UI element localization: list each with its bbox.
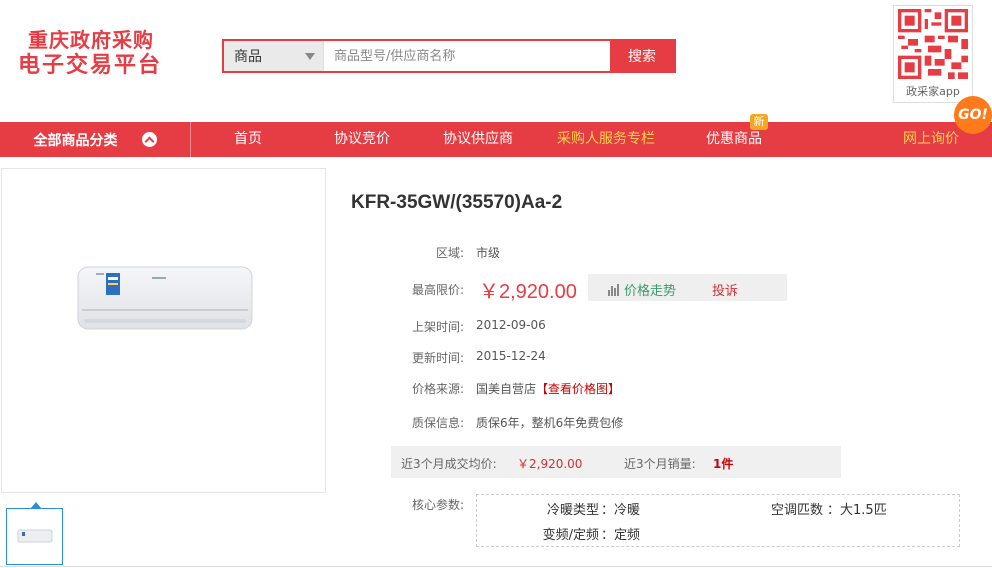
search-category-value: 商品 xyxy=(234,49,262,65)
nav-item-buyer-service[interactable]: 采购人服务专栏 xyxy=(557,122,655,157)
warranty-value: 质保6年，整机6年免费包修 xyxy=(476,416,624,430)
go-badge[interactable]: GO! xyxy=(954,96,992,134)
view-price-chart-link[interactable]: 【查看价格图】 xyxy=(536,382,620,396)
spec-value: ：冷暖 xyxy=(601,503,641,518)
sales-volume-value: 1件 xyxy=(713,457,734,471)
air-conditioner-image xyxy=(77,266,253,330)
price-trend-label: 价格走势 xyxy=(624,284,677,299)
air-conditioner-thumbnail xyxy=(17,529,53,543)
spec-key: 变频/定频 xyxy=(542,528,599,543)
qr-code-icon xyxy=(898,9,968,79)
nav-item-home[interactable]: 首页 xyxy=(234,122,262,157)
chevron-up-icon xyxy=(141,132,157,147)
price-trend-link[interactable]: 价格走势 xyxy=(608,280,676,299)
nav-item-agreement-suppliers[interactable]: 协议供应商 xyxy=(443,122,513,157)
search-button[interactable]: 搜索 xyxy=(610,41,674,71)
price-source-store: 国美自营店 xyxy=(476,382,537,396)
app-qr-code[interactable]: 政采家app xyxy=(893,5,973,103)
price-actions: 价格走势 投诉 xyxy=(588,274,787,301)
search-bar: 商品 搜索 xyxy=(222,39,676,73)
max-price-label: 最高限价: xyxy=(411,283,464,297)
all-categories-button[interactable]: 全部商品分类 xyxy=(0,122,191,157)
chevron-down-icon xyxy=(305,52,315,60)
updated-time-value: 2015-12-24 xyxy=(476,349,546,363)
nav-item-online-inquiry[interactable]: 网上询价 xyxy=(903,122,959,157)
logo-line1: 重庆政府采购 xyxy=(28,28,154,52)
warranty-label: 质保信息: xyxy=(411,416,464,430)
core-params-label: 核心参数: xyxy=(411,498,464,512)
spec-value: ：大1.5匹 xyxy=(827,503,887,518)
all-categories-label: 全部商品分类 xyxy=(33,132,118,149)
spec-value: ：定频 xyxy=(601,528,641,543)
logo-line2: 电子交易平台 xyxy=(18,52,163,78)
price-source-label: 价格来源: xyxy=(411,382,464,396)
nav-item-agreement-bidding[interactable]: 协议竞价 xyxy=(334,122,390,157)
avg-price-value: ￥2,920.00 xyxy=(517,457,583,471)
core-params-box: 冷暖类型 ：冷暖 空调匹数 ：大1.5匹 变频/定频 ：定频 xyxy=(476,494,960,547)
search-input[interactable] xyxy=(324,41,610,71)
product-main-image[interactable] xyxy=(1,168,326,493)
new-badge: 新 xyxy=(750,114,768,130)
avg-price-label: 近3个月成交均价: xyxy=(401,457,497,471)
bar-chart-icon xyxy=(608,283,620,296)
max-price-value: ￥2,920.00 xyxy=(479,281,577,303)
listed-time-label: 上架时间: xyxy=(411,320,464,334)
main-nav: 全部商品分类 首页 协议竞价 协议供应商 采购人服务专栏 优惠商品 新 网上询价… xyxy=(0,96,992,157)
spec-key: 空调匹数 xyxy=(770,503,823,518)
region-label: 区域: xyxy=(435,246,464,260)
sales-summary: 近3个月成交均价: ￥2,920.00 近3个月销量: 1件 xyxy=(391,446,841,478)
divider xyxy=(0,566,992,567)
updated-time-label: 更新时间: xyxy=(411,351,464,365)
sales-volume-label: 近3个月销量: xyxy=(624,457,696,471)
price-source-value: 国美自营店【查看价格图】 xyxy=(476,380,620,397)
product-title: KFR-35GW/(35570)Aa-2 xyxy=(351,192,563,213)
search-category-select[interactable]: 商品 xyxy=(224,41,324,71)
listed-time-value: 2012-09-06 xyxy=(476,318,546,332)
qr-caption: 政采家app xyxy=(906,85,960,98)
product-thumbnail[interactable] xyxy=(6,508,63,565)
platform-logo[interactable]: 重庆政府采购 电子交易平台 xyxy=(18,28,178,78)
region-value: 市级 xyxy=(476,246,501,260)
complaint-link[interactable]: 投诉 xyxy=(712,280,738,299)
spec-key: 冷暖类型 xyxy=(546,503,599,518)
